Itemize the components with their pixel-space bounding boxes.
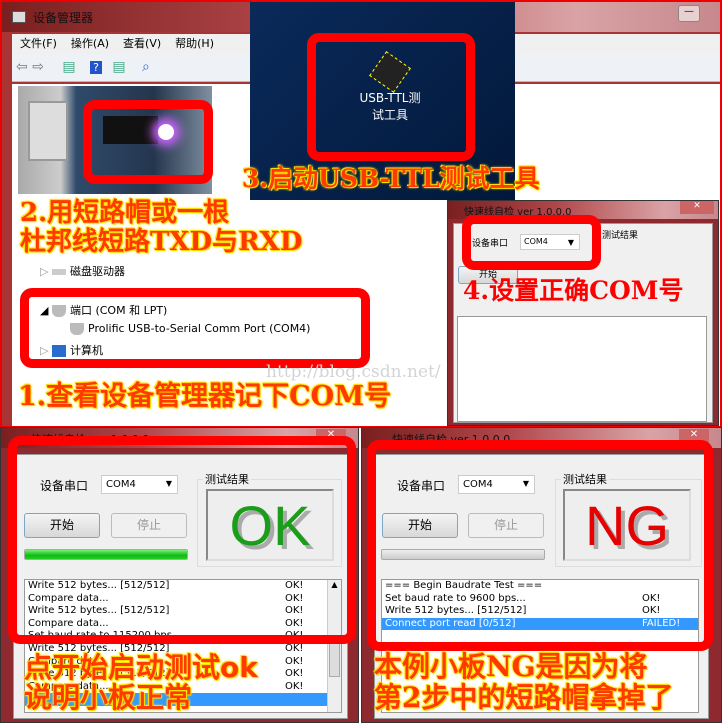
highlight-board <box>83 100 213 184</box>
menu-help[interactable]: 帮助(H) <box>175 34 214 54</box>
window-title: 设备管理器 <box>33 11 94 25</box>
tree-item-disk-drives[interactable]: ▷ 磁盘驱动器 <box>40 263 125 279</box>
caption-step2-line2: 杜邦线短路TXD与RXD <box>20 227 303 257</box>
minimize-button[interactable]: — <box>678 5 700 22</box>
disk-icon <box>51 269 66 275</box>
menu-view[interactable]: 查看(V) <box>123 34 161 54</box>
log-box <box>457 316 707 422</box>
caption-ok-line2: 说明小板正常 <box>24 681 193 714</box>
watermark: http://blog.csdn.net/ <box>266 362 441 382</box>
highlight-ok-result <box>8 436 356 644</box>
tree-label: 磁盘驱动器 <box>69 265 125 278</box>
highlight-desktop-icon <box>307 33 475 161</box>
back-icon[interactable]: ⇦ <box>16 59 28 75</box>
caption-step1: 1.查看设备管理器记下COM号 <box>18 381 392 412</box>
caption-step3: 3.启动USB-TTL测试工具 <box>242 164 540 193</box>
device-manager-icon <box>12 11 26 23</box>
result-group-label: 测试结果 <box>602 231 639 241</box>
log-status: OK! <box>285 668 304 680</box>
log-status: OK! <box>285 680 304 692</box>
menu-action[interactable]: 操作(A) <box>71 34 109 54</box>
caption-ok-line1: 点开始启动测试ok <box>24 651 258 684</box>
highlight-ports <box>20 288 370 368</box>
caption-ng-line2: 第2步中的短路帽拿掉了 <box>374 681 674 714</box>
scan-hardware-icon[interactable]: ⌕ <box>142 59 150 75</box>
log-status: OK! <box>285 655 304 667</box>
caption-ng-line1: 本例小板NG是因为将 <box>374 650 648 683</box>
menu-file[interactable]: 文件(F) <box>20 34 57 54</box>
console-icon[interactable]: ▤ <box>62 59 75 75</box>
forward-icon[interactable]: ⇨ <box>32 59 44 75</box>
log-status: OK! <box>285 642 304 654</box>
highlight-port-select <box>462 215 601 270</box>
highlight-ng-result <box>367 440 713 651</box>
help-icon[interactable]: ? <box>90 61 102 74</box>
caption-step4: 4.设置正确COM号 <box>463 276 684 305</box>
close-button[interactable]: ✕ <box>680 201 714 214</box>
properties-icon[interactable]: ▤ <box>112 59 125 75</box>
caption-step2-line1: 2.用短路帽或一根 <box>20 198 230 228</box>
usb-connector <box>28 101 68 161</box>
